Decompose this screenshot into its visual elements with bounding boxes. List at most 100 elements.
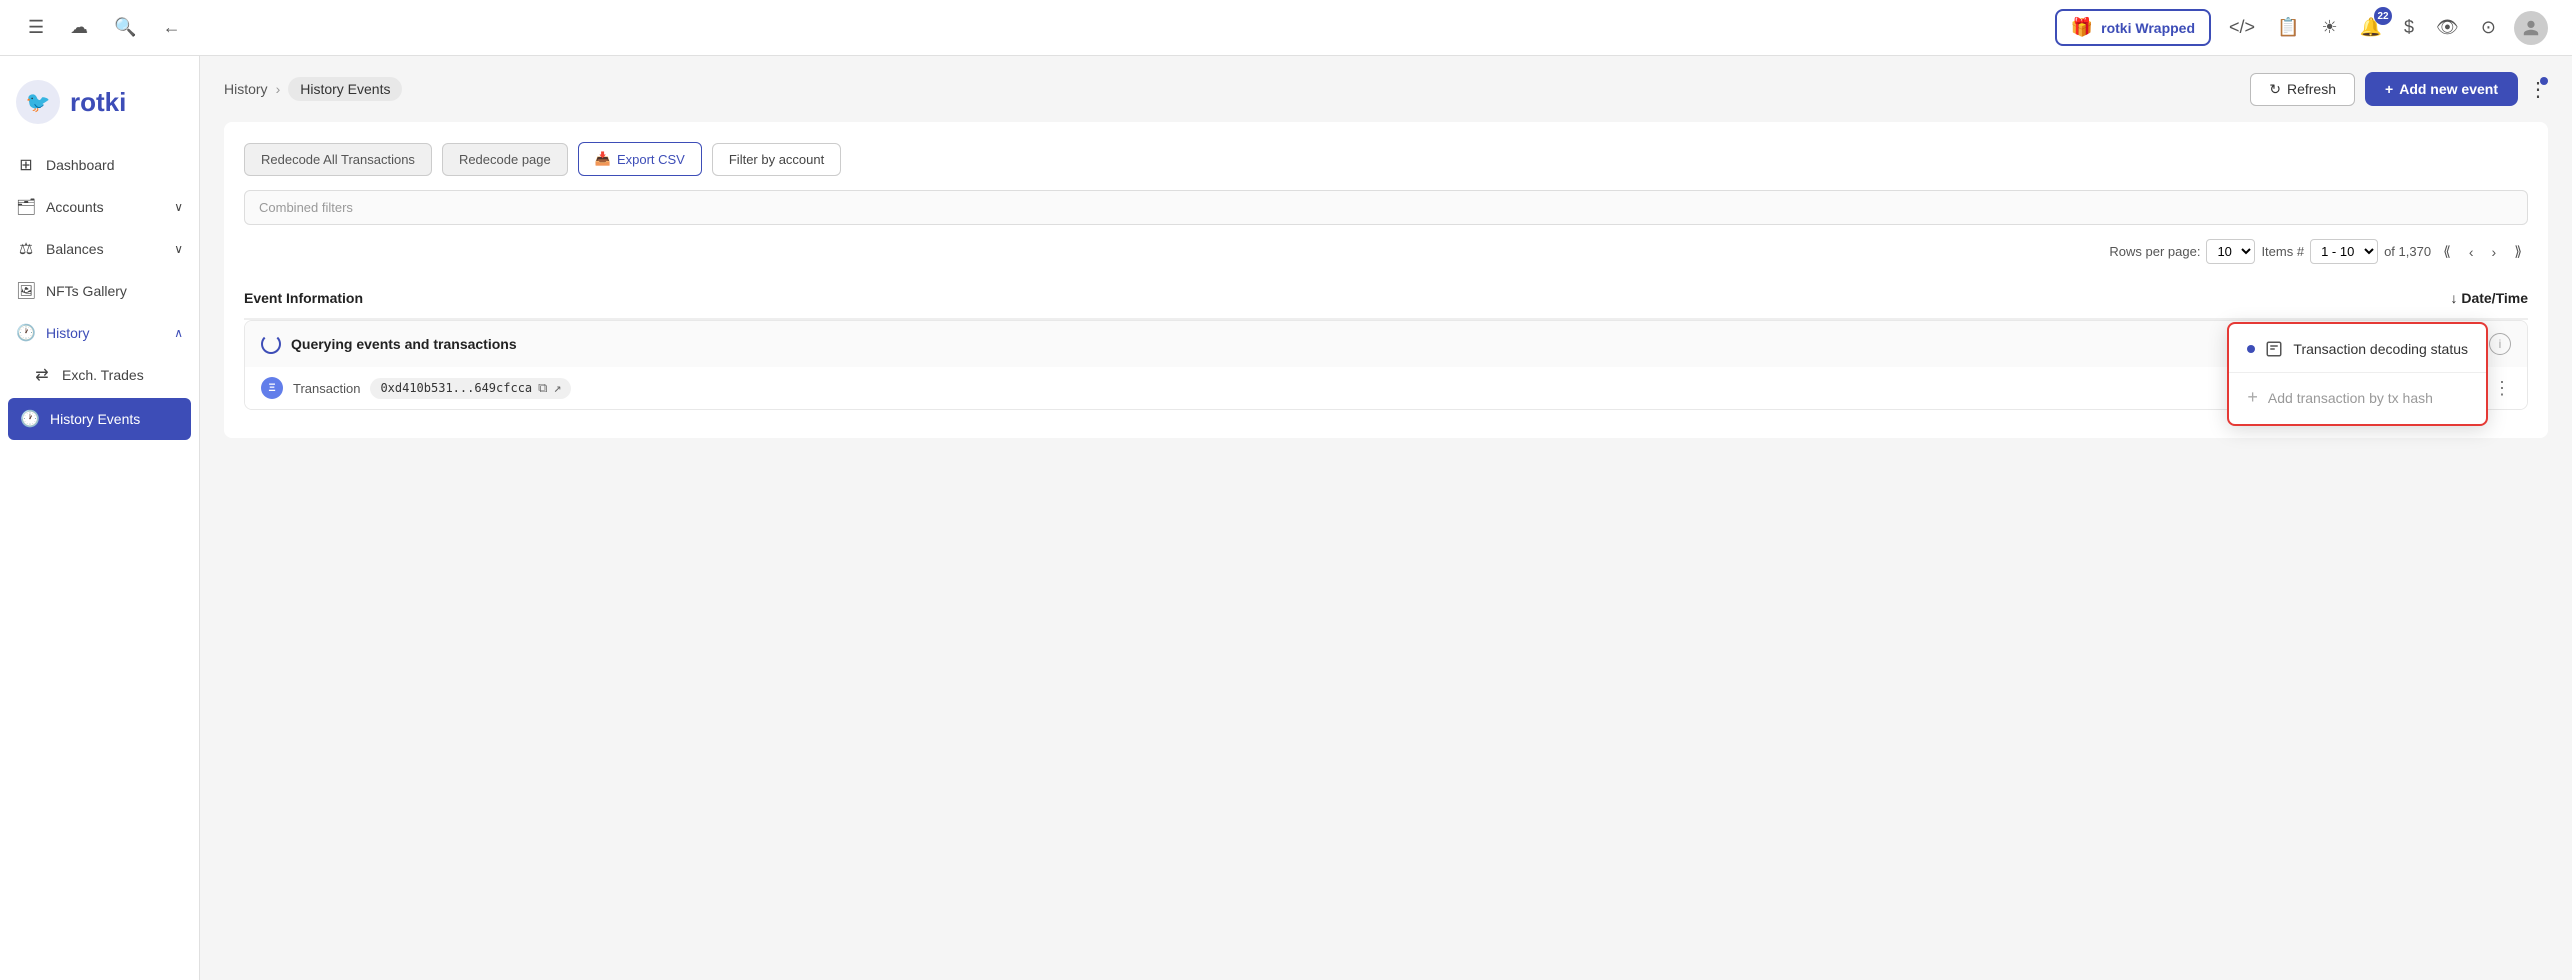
avatar[interactable] bbox=[2514, 11, 2548, 45]
sidebar-item-label: Dashboard bbox=[46, 157, 115, 173]
layout: 🐦 rotki ⊞ Dashboard 🗂 Accounts ∨ ⚖ Balan… bbox=[0, 56, 2572, 980]
accounts-icon: 🗂 bbox=[16, 197, 36, 217]
tx-row: Ξ Transaction 0xd410b531...649cfcca ⧉ ↗ … bbox=[245, 367, 2527, 409]
dollar-icon[interactable]: $ bbox=[2400, 13, 2418, 42]
event-row-header: Querying events and transactions i bbox=[245, 321, 2527, 367]
table-header-row: Event Information ↓ Date/Time bbox=[244, 278, 2528, 320]
dropdown-divider bbox=[2229, 372, 2486, 373]
export-csv-icon: 📥 bbox=[595, 151, 611, 167]
plus-icon: + bbox=[2385, 81, 2393, 97]
next-page-button[interactable]: › bbox=[2486, 242, 2503, 262]
export-csv-button[interactable]: 📥 Export CSV bbox=[578, 142, 702, 176]
items-range-select[interactable]: 1 - 10 bbox=[2310, 239, 2378, 264]
tx-hash-display: 0xd410b531...649cfcca ⧉ ↗ bbox=[370, 378, 571, 399]
sidebar-item-label: History Events bbox=[50, 411, 140, 427]
sidebar-item-label: Exch. Trades bbox=[62, 367, 144, 383]
cloud-icon[interactable]: ☁ bbox=[66, 13, 92, 42]
history-events-icon: 🕐 bbox=[20, 409, 40, 429]
logo-text: rotki bbox=[70, 87, 126, 118]
of-total-label: of 1,370 bbox=[2384, 244, 2431, 259]
filter-by-account-button[interactable]: Filter by account bbox=[712, 143, 841, 176]
breadcrumb: History › History Events bbox=[224, 77, 402, 101]
refresh-button[interactable]: ↻ Refresh bbox=[2250, 73, 2355, 106]
help-icon[interactable]: ⊙ bbox=[2477, 13, 2500, 42]
col-event-info: Event Information bbox=[244, 290, 363, 306]
top-nav: ☰ ☁ 🔍 ← 🎁 rotki Wrapped </> 📋 ☀ 🔔 22 $ 👁… bbox=[0, 0, 2572, 56]
event-row-header-left: Querying events and transactions bbox=[261, 334, 517, 354]
breadcrumb-bar: History › History Events ↻ Refresh + Add… bbox=[200, 56, 2572, 122]
rotki-wrapped-label: rotki Wrapped bbox=[2101, 20, 2195, 36]
add-transaction-label: Add transaction by tx hash bbox=[2268, 390, 2433, 406]
external-link-icon[interactable]: ↗ bbox=[553, 381, 561, 396]
add-event-label: Add new event bbox=[2399, 81, 2498, 97]
logo-area: 🐦 rotki bbox=[0, 72, 199, 144]
tx-row-left: Ξ Transaction 0xd410b531...649cfcca ⧉ ↗ bbox=[261, 377, 571, 399]
theme-icon[interactable]: ☀ bbox=[2317, 13, 2341, 42]
sidebar-item-dashboard[interactable]: ⊞ Dashboard bbox=[0, 144, 199, 186]
last-page-button[interactable]: ⟫ bbox=[2508, 241, 2528, 262]
back-icon[interactable]: ← bbox=[159, 13, 185, 42]
sidebar-item-nfts[interactable]: 🖼 NFTs Gallery bbox=[0, 270, 199, 312]
toolbar-row: Redecode All Transactions Redecode page … bbox=[244, 142, 2528, 176]
sidebar-item-history[interactable]: 🕐 History ∧ bbox=[0, 312, 199, 354]
refresh-label: Refresh bbox=[2287, 81, 2336, 97]
prev-page-button[interactable]: ‹ bbox=[2463, 242, 2480, 262]
dot-indicator bbox=[2247, 345, 2255, 353]
nfts-icon: 🖼 bbox=[16, 281, 36, 301]
sidebar-item-history-events[interactable]: 🕐 History Events bbox=[8, 398, 191, 440]
breadcrumb-history-link[interactable]: History bbox=[224, 81, 268, 97]
sidebar-item-label: Balances bbox=[46, 241, 104, 257]
notes-icon[interactable]: 📋 bbox=[2273, 13, 2303, 42]
sidebar-item-label: NFTs Gallery bbox=[46, 283, 127, 299]
info-icon[interactable]: i bbox=[2489, 333, 2511, 355]
tx-more-button[interactable]: ⋮ bbox=[2493, 378, 2511, 399]
main-content: History › History Events ↻ Refresh + Add… bbox=[200, 56, 2572, 980]
sidebar-item-label: Accounts bbox=[46, 199, 104, 215]
sidebar-item-balances[interactable]: ⚖ Balances ∨ bbox=[0, 228, 199, 270]
exch-trades-icon: ⇄ bbox=[32, 365, 52, 385]
tx-type-label: Transaction bbox=[293, 381, 360, 396]
menu-icon[interactable]: ☰ bbox=[24, 13, 48, 42]
blue-dot-indicator bbox=[2540, 77, 2548, 85]
rows-per-page-label: Rows per page: bbox=[2109, 244, 2200, 259]
event-title: Querying events and transactions bbox=[291, 336, 517, 352]
sidebar: 🐦 rotki ⊞ Dashboard 🗂 Accounts ∨ ⚖ Balan… bbox=[0, 56, 200, 980]
balances-icon: ⚖ bbox=[16, 239, 36, 259]
eth-logo: Ξ bbox=[261, 377, 283, 399]
chevron-up-icon: ∧ bbox=[174, 326, 183, 340]
notification-area: 🔔 22 bbox=[2356, 13, 2386, 42]
first-page-button[interactable]: ⟪ bbox=[2437, 241, 2457, 262]
rows-per-page-select[interactable]: 10 25 50 bbox=[2206, 239, 2255, 264]
notification-badge: 22 bbox=[2374, 7, 2392, 25]
transaction-decoding-status-item[interactable]: Transaction decoding status bbox=[2229, 328, 2486, 370]
add-event-button[interactable]: + Add new event bbox=[2365, 72, 2518, 106]
refresh-icon: ↻ bbox=[2269, 81, 2281, 98]
gift-icon: 🎁 bbox=[2071, 17, 2093, 38]
items-hash-label: Items # bbox=[2261, 244, 2304, 259]
code-icon[interactable]: </> bbox=[2225, 13, 2259, 42]
breadcrumb-actions: ↻ Refresh + Add new event ⋮ bbox=[2250, 72, 2548, 106]
redecode-page-button[interactable]: Redecode page bbox=[442, 143, 568, 176]
sidebar-item-exch-trades[interactable]: ⇄ Exch. Trades bbox=[0, 354, 199, 396]
search-icon[interactable]: 🔍 bbox=[110, 13, 140, 42]
plus-add-icon: + bbox=[2247, 387, 2258, 408]
top-nav-left: ☰ ☁ 🔍 ← bbox=[24, 13, 185, 42]
eye-icon[interactable]: 👁 bbox=[2432, 13, 2463, 42]
more-options-button[interactable]: ⋮ bbox=[2528, 77, 2548, 102]
redecode-all-button[interactable]: Redecode All Transactions bbox=[244, 143, 432, 176]
breadcrumb-separator: › bbox=[276, 81, 281, 97]
dropdown-popup: Transaction decoding status + Add transa… bbox=[2227, 322, 2488, 426]
logo-image: 🐦 bbox=[16, 80, 60, 124]
rotki-wrapped-button[interactable]: 🎁 rotki Wrapped bbox=[2055, 9, 2211, 46]
transaction-decoding-status-label: Transaction decoding status bbox=[2293, 341, 2468, 357]
add-transaction-item[interactable]: + Add transaction by tx hash bbox=[2229, 375, 2486, 420]
combined-filters-input[interactable]: Combined filters bbox=[244, 190, 2528, 225]
dashboard-icon: ⊞ bbox=[16, 155, 36, 175]
chevron-down-icon: ∨ bbox=[174, 242, 183, 256]
content-panel: Redecode All Transactions Redecode page … bbox=[224, 122, 2548, 438]
event-row: Querying events and transactions i Ξ Tra… bbox=[244, 320, 2528, 410]
loading-spinner bbox=[261, 334, 281, 354]
sidebar-item-accounts[interactable]: 🗂 Accounts ∨ bbox=[0, 186, 199, 228]
col-datetime: ↓ Date/Time bbox=[2450, 290, 2528, 306]
copy-icon[interactable]: ⧉ bbox=[538, 381, 547, 396]
